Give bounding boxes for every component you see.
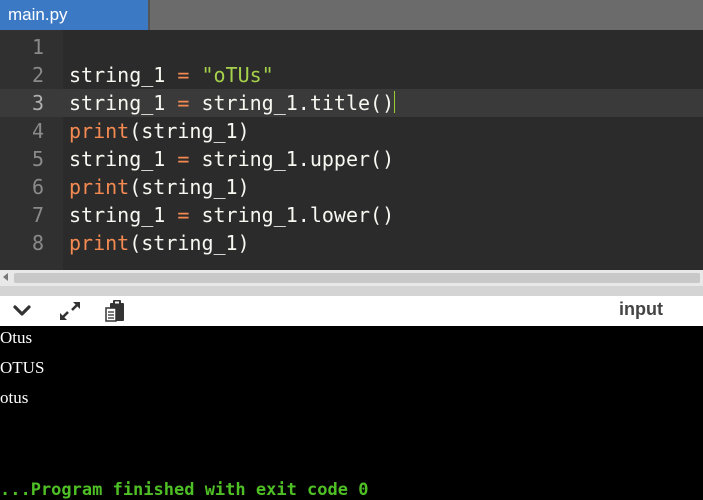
line-number: 5 [31, 147, 44, 171]
operator: = [177, 147, 190, 171]
line-number: 6 [31, 175, 44, 199]
copy-output-button[interactable] [104, 300, 128, 322]
operator: = [177, 91, 190, 115]
code-token: (string_1) [129, 119, 250, 143]
code-text: string_1 = string_1.lower() [69, 201, 394, 229]
keyword: print [69, 231, 130, 255]
code-line[interactable]: 2 string_1 = "oTUs" [0, 61, 703, 89]
code-token: (string_1) [129, 231, 250, 255]
code-text: print(string_1) [69, 229, 250, 257]
line-number: 3 [31, 91, 44, 115]
operator: = [177, 63, 190, 87]
code-text: print(string_1) [69, 117, 250, 145]
code-line[interactable]: 6 print(string_1) [0, 173, 703, 201]
collapse-console-button[interactable] [10, 300, 34, 322]
clipboard-icon [105, 300, 124, 322]
horizontal-scrollbar[interactable] [0, 270, 703, 286]
keyword: print [69, 119, 130, 143]
line-number: 2 [31, 63, 44, 87]
keyword: print [69, 175, 130, 199]
line-number: 1 [31, 35, 44, 59]
code-token: string_1.upper() [189, 147, 395, 171]
line-number: 8 [31, 231, 44, 255]
code-token: string_1 [69, 63, 178, 87]
tab-bar: main.py [0, 0, 703, 30]
input-tab[interactable]: input [619, 296, 663, 322]
code-line[interactable]: 7 string_1 = string_1.lower() [0, 201, 703, 229]
code-line[interactable]: 8 print(string_1) [0, 229, 703, 257]
chevron-down-icon [13, 305, 31, 316]
text-cursor [394, 91, 396, 113]
code-line[interactable]: 3 string_1 = string_1.title() [0, 89, 703, 117]
panel-splitter[interactable] [0, 286, 703, 296]
code-token: string_1 [69, 147, 178, 171]
code-token: string_1.title() [189, 91, 395, 115]
output-line: Otus [0, 328, 33, 347]
program-finished-message: ...Program finished with exit code 0 [0, 480, 369, 500]
code-editor[interactable]: 1 2 string_1 = "oTUs" 3 string_1 = string_1.… [0, 30, 703, 270]
code-line[interactable]: 5 string_1 = string_1.upper() [0, 145, 703, 173]
expand-arrows-icon [60, 302, 80, 320]
console-output[interactable]: Otus OTUS otus ...Program finished with … [0, 326, 703, 500]
expand-console-button[interactable] [58, 300, 82, 322]
code-text: string_1 = string_1.upper() [69, 145, 394, 173]
line-number: 7 [31, 203, 44, 227]
console-toolbar: input [0, 296, 703, 326]
tab-divider [148, 0, 150, 30]
code-token: string_1 [69, 203, 178, 227]
output-line: OTUS [0, 358, 45, 377]
operator: = [177, 203, 190, 227]
code-token: string_1.lower() [189, 203, 395, 227]
code-line[interactable]: 4 print(string_1) [0, 117, 703, 145]
code-token: (string_1) [129, 175, 250, 199]
tab-main-py[interactable]: main.py [0, 0, 148, 30]
string-literal: "oTUs" [201, 63, 274, 87]
output-line: otus [0, 388, 29, 407]
scroll-left-arrow-icon[interactable] [3, 273, 8, 281]
code-text: string_1 = "oTUs" [69, 61, 274, 89]
scrollbar-thumb[interactable] [14, 273, 700, 283]
code-line[interactable]: 1 [0, 33, 703, 61]
code-text: string_1 = string_1.title() [69, 89, 396, 117]
code-text: print(string_1) [69, 173, 250, 201]
code-token: string_1 [69, 91, 178, 115]
line-number: 4 [31, 119, 44, 143]
